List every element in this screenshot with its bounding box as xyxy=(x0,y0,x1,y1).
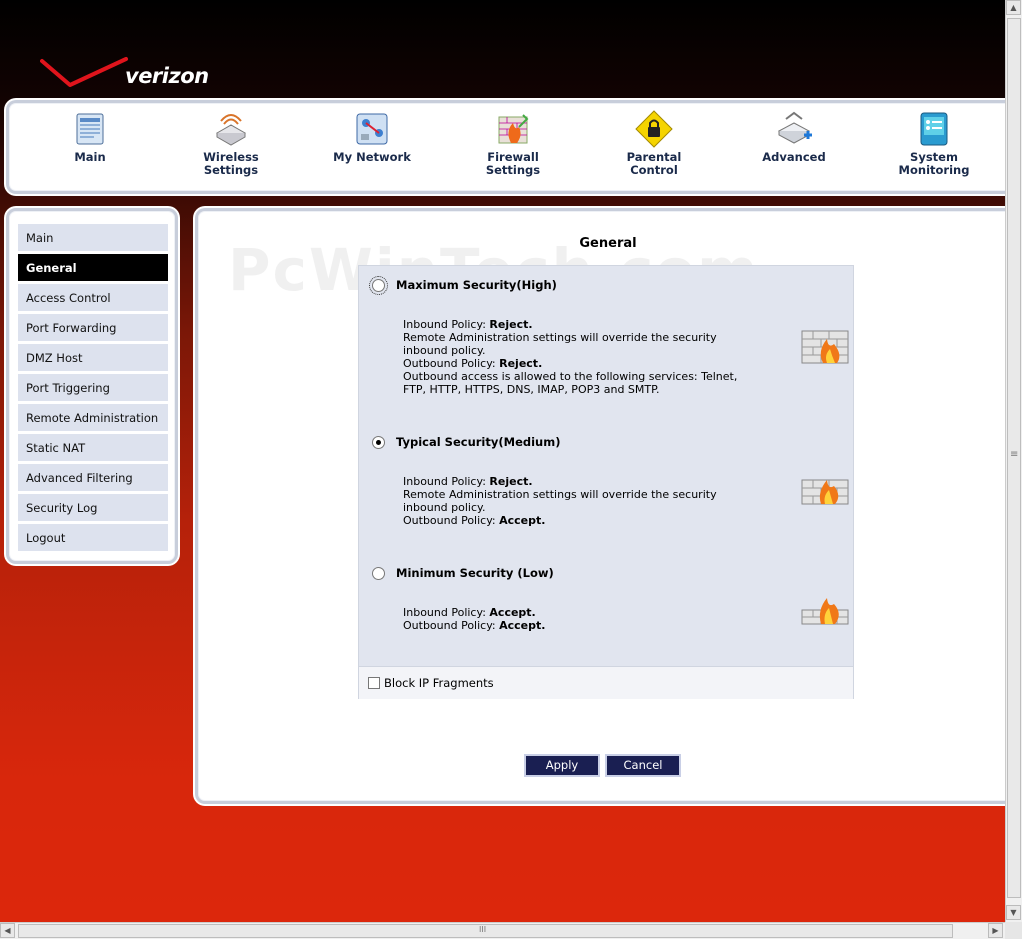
policy-line: FTP, HTTP, HTTPS, DNS, IMAP, POP3 and SM… xyxy=(403,383,660,396)
verizon-logo: verizon xyxy=(40,55,230,97)
nav-label: Firewall Settings xyxy=(485,150,541,177)
top-nav: Main Wireless Settings My Network Firewa… xyxy=(6,100,1005,194)
apply-button[interactable]: Apply xyxy=(524,754,600,777)
main-icon xyxy=(76,113,104,145)
policy-line: Outbound access is allowed to the follow… xyxy=(403,370,738,383)
security-low-description: Inbound Policy: Accept. Outbound Policy:… xyxy=(403,606,763,632)
browser-viewport: verizon Main Wireless Settings My Networ… xyxy=(0,0,1005,922)
security-level-panel: Maximum Security(High) Inbound Policy: R… xyxy=(358,265,854,699)
parental-lock-icon xyxy=(635,110,673,148)
nav-system-monitoring[interactable]: System Monitoring xyxy=(874,109,994,177)
firewall-low-icon xyxy=(801,598,849,625)
nav-label: Parental Control xyxy=(626,150,682,177)
policy-line: Outbound Policy: Accept. xyxy=(403,514,546,527)
nav-label: System Monitoring xyxy=(898,150,970,177)
policy-line: inbound policy. xyxy=(403,344,486,357)
sidebar-item-remote-administration[interactable]: Remote Administration xyxy=(18,404,168,432)
policy-line: Inbound Policy: Reject. xyxy=(403,475,533,488)
security-high-radio[interactable] xyxy=(369,276,388,295)
content-panel: PcWinTech.com General Maximum Security(H… xyxy=(195,208,1005,804)
vertical-scrollbar[interactable]: ▲ ▼ xyxy=(1005,0,1022,922)
horizontal-scroll-thumb[interactable] xyxy=(18,924,953,938)
sidebar-item-general[interactable]: General xyxy=(18,254,168,282)
security-high-label: Maximum Security(High) xyxy=(396,278,557,292)
sidebar: Main General Access Control Port Forward… xyxy=(6,208,178,564)
logo-text: verizon xyxy=(125,64,209,88)
block-ip-fragments-checkbox[interactable] xyxy=(368,677,380,689)
security-medium-label: Typical Security(Medium) xyxy=(396,435,561,449)
wireless-icon xyxy=(215,114,247,146)
sidebar-item-port-triggering[interactable]: Port Triggering xyxy=(18,374,168,402)
block-ip-fragments-row: Block IP Fragments xyxy=(359,666,853,699)
advanced-icon xyxy=(777,111,812,144)
cancel-button[interactable]: Cancel xyxy=(605,754,681,777)
scroll-left-icon[interactable]: ◀ xyxy=(0,923,15,938)
nav-main[interactable]: Main xyxy=(30,109,150,164)
firewall-medium-icon xyxy=(801,479,849,505)
scroll-up-icon[interactable]: ▲ xyxy=(1006,0,1021,15)
sidebar-item-access-control[interactable]: Access Control xyxy=(18,284,168,312)
sidebar-item-logout[interactable]: Logout xyxy=(18,524,168,552)
security-low-label: Minimum Security (Low) xyxy=(396,566,554,580)
nav-advanced[interactable]: Advanced xyxy=(734,109,854,164)
nav-my-network[interactable]: My Network xyxy=(312,109,432,164)
security-low-radio[interactable] xyxy=(372,567,385,580)
sidebar-item-main[interactable]: Main xyxy=(18,224,168,252)
nav-label: Wireless Settings xyxy=(203,150,259,177)
sidebar-item-static-nat[interactable]: Static NAT xyxy=(18,434,168,462)
sidebar-item-port-forwarding[interactable]: Port Forwarding xyxy=(18,314,168,342)
vertical-scroll-thumb[interactable] xyxy=(1007,18,1021,898)
security-medium-description: Inbound Policy: Reject. Remote Administr… xyxy=(403,475,763,527)
nav-wireless-settings[interactable]: Wireless Settings xyxy=(171,109,291,177)
monitoring-icon xyxy=(920,112,948,146)
nav-label: Advanced xyxy=(762,150,826,164)
policy-line: Inbound Policy: Reject. xyxy=(403,318,533,331)
scroll-right-icon[interactable]: ▶ xyxy=(988,923,1003,938)
firewall-high-icon xyxy=(801,330,849,364)
sidebar-item-security-log[interactable]: Security Log xyxy=(18,494,168,522)
scrollbar-corner xyxy=(1005,922,1022,939)
security-high-description: Inbound Policy: Reject. Remote Administr… xyxy=(403,318,763,396)
security-medium-radio[interactable] xyxy=(372,436,385,449)
policy-line: Remote Administration settings will over… xyxy=(403,488,717,501)
policy-line: Inbound Policy: Accept. xyxy=(403,606,536,619)
firewall-icon xyxy=(498,114,529,144)
sidebar-item-dmz-host[interactable]: DMZ Host xyxy=(18,344,168,372)
nav-firewall-settings[interactable]: Firewall Settings xyxy=(453,109,573,177)
policy-line: Outbound Policy: Reject. xyxy=(403,357,543,370)
nav-parental-control[interactable]: Parental Control xyxy=(594,109,714,177)
policy-line: inbound policy. xyxy=(403,501,486,514)
network-icon xyxy=(356,113,388,145)
nav-label: My Network xyxy=(333,150,411,164)
scroll-down-icon[interactable]: ▼ xyxy=(1006,905,1021,920)
policy-line: Remote Administration settings will over… xyxy=(403,331,717,344)
nav-label: Main xyxy=(74,150,106,164)
block-ip-fragments-label: Block IP Fragments xyxy=(384,676,494,690)
page-title: General xyxy=(579,236,637,251)
policy-line: Outbound Policy: Accept. xyxy=(403,619,546,632)
sidebar-item-advanced-filtering[interactable]: Advanced Filtering xyxy=(18,464,168,492)
horizontal-scrollbar[interactable]: ◀ ▶ xyxy=(0,922,1005,939)
